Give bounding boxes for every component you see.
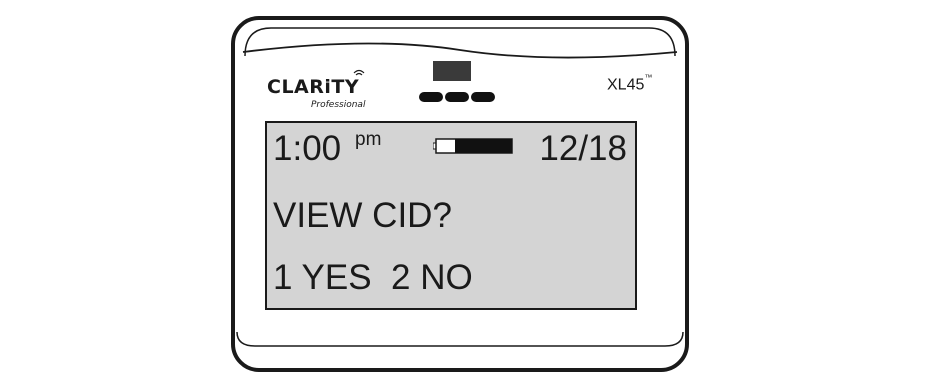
clock-time: 1:00 <box>273 129 342 168</box>
view-cid-prompt: VIEW CID? <box>273 196 452 235</box>
nav-button-center[interactable] <box>445 92 469 102</box>
clock-ampm: pm <box>355 129 382 150</box>
nav-button-right[interactable] <box>471 92 495 102</box>
trademark-mark: ™ <box>644 73 653 82</box>
caller-id-device: CLARiTY Professional XL45™ 1:00 pm 12/18… <box>231 16 689 372</box>
model-label: XL45™ <box>607 73 653 94</box>
brand-name: CLARiTY <box>267 76 360 98</box>
yes-no-options: 1 YES 2 NO <box>273 258 473 297</box>
brand-subtitle: Professional <box>311 100 366 110</box>
brand-logo: CLARiTY Professional <box>267 69 377 116</box>
date-display: 12/18 <box>539 129 627 168</box>
wireless-signal-icon <box>353 69 365 76</box>
sensor-window <box>433 61 471 81</box>
nav-button-left[interactable] <box>419 92 443 102</box>
lcd-screen: 1:00 pm 12/18 VIEW CID? 1 YES 2 NO <box>265 121 637 310</box>
battery-icon <box>433 138 513 154</box>
battery-level-fill <box>455 139 512 153</box>
model-name: XL45 <box>607 76 645 94</box>
